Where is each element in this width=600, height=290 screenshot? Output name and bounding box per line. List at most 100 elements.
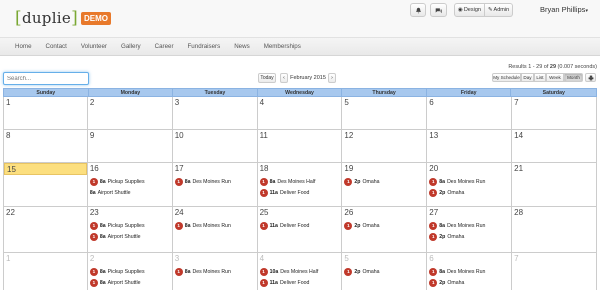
calendar-event[interactable]: 1 2p Omaha — [344, 177, 380, 186]
calendar-event[interactable]: 1 8a Pickup Supplies — [89, 267, 145, 276]
logo-bracket-open: [ — [15, 8, 22, 28]
calendar-event[interactable]: 1 8a Airport Shuttle — [89, 232, 141, 241]
day-number: 16 — [89, 164, 99, 173]
user-menu[interactable]: Bryan Phillips▾ — [540, 5, 588, 14]
calendar-event[interactable]: 1 2p Omaha — [344, 221, 380, 230]
nav-news[interactable]: News — [234, 43, 249, 50]
calendar-day[interactable]: 14 — [512, 130, 597, 163]
calendar-event[interactable]: 1 8a Des Moines Half — [259, 177, 315, 186]
prev-month-button[interactable]: ‹ — [280, 73, 288, 83]
messages-button[interactable] — [430, 3, 447, 17]
calendar-event[interactable]: 1 2p Omaha — [429, 278, 464, 287]
calendar-day[interactable]: 24 1 8a Des Moines Run — [173, 207, 258, 253]
calendar-day[interactable]: 13 — [427, 130, 513, 163]
calendar-event[interactable]: 1 8a Des Moines Run — [174, 267, 231, 276]
calendar-day[interactable]: 3 1 8a Des Moines Run — [173, 253, 258, 290]
design-button[interactable]: ◉ Design — [454, 3, 485, 17]
calendar-day[interactable]: 20 1 8a Des Moines Run 1 2p Omaha — [427, 163, 513, 207]
nav-career[interactable]: Career — [155, 43, 174, 50]
calendar-day[interactable]: 1 — [3, 253, 88, 290]
calendar-week: 1 2 3 4 5 6 7 — [3, 97, 597, 130]
nav-home[interactable]: Home — [15, 43, 32, 50]
admin-button[interactable]: ✎ Admin — [484, 3, 514, 17]
calendar-day[interactable]: 15 — [3, 163, 88, 207]
next-month-button[interactable]: › — [328, 73, 336, 83]
calendar-event[interactable]: 1 2p Omaha — [429, 232, 464, 241]
view-day[interactable]: Day — [521, 73, 534, 82]
calendar-day[interactable]: 9 — [88, 130, 173, 163]
calendar-event[interactable]: 1 11a Deliver Food — [259, 278, 309, 287]
calendar-day[interactable]: 6 1 8a Des Moines Run 1 2p Omaha — [427, 253, 513, 290]
event-count-badge: 1 — [429, 177, 438, 186]
notifications-button[interactable] — [410, 3, 426, 17]
search-input[interactable] — [3, 72, 89, 85]
calendar-event[interactable]: 1 8a Des Moines Run — [429, 177, 485, 186]
calendar-event[interactable]: 1 8a Des Moines Run — [174, 221, 231, 230]
calendar-event[interactable]: 1 8a Des Moines Run — [429, 221, 485, 230]
calendar-event[interactable]: 1 11a Deliver Food — [259, 221, 310, 230]
demo-badge: DEMO — [81, 11, 112, 25]
calendar-day[interactable]: 5 — [342, 97, 428, 130]
calendar-day[interactable]: 1 — [3, 97, 88, 130]
calendar-day[interactable]: 16 1 8a Pickup Supplies 8a Airport Shuttle — [88, 163, 173, 207]
day-number: 1 — [6, 98, 11, 107]
calendar-day[interactable]: 3 — [173, 97, 258, 130]
nav-fundraisers[interactable]: Fundraisers — [188, 43, 221, 50]
calendar-event[interactable]: 8a Airport Shuttle — [90, 188, 131, 197]
calendar-day[interactable]: 27 1 8a Des Moines Run 1 2p Omaha — [427, 207, 513, 253]
calendar-event[interactable]: 1 8a Pickup Supplies — [89, 221, 145, 230]
calendar-event[interactable]: 1 11a Deliver Food — [259, 188, 309, 197]
calendar-day[interactable]: 12 — [342, 130, 428, 163]
calendar-day[interactable]: 19 1 2p Omaha — [342, 163, 428, 207]
day-number: 2 — [89, 98, 95, 107]
logo[interactable]: [duplie] DEMO — [15, 7, 112, 29]
calendar-day[interactable]: 4 — [258, 97, 343, 130]
event-title: Omaha — [447, 279, 465, 286]
view-my-schedule[interactable]: My Schedule — [492, 73, 521, 82]
calendar-event[interactable]: 1 8a Pickup Supplies — [89, 177, 145, 186]
nav-volunteer[interactable]: Volunteer — [81, 43, 107, 50]
calendar-day[interactable]: 18 1 8a Des Moines Half 1 11a Deliver Food — [258, 163, 343, 207]
view-list[interactable]: List — [534, 73, 546, 82]
calendar-day[interactable]: 5 1 2p Omaha — [342, 253, 428, 290]
view-week[interactable]: Week — [546, 73, 564, 82]
calendar-event[interactable]: 1 8a Des Moines Run — [174, 177, 231, 186]
logo-name: duplie — [21, 9, 72, 27]
event-count-badge: 1 — [344, 221, 353, 230]
calendar-day[interactable]: 17 1 8a Des Moines Run — [173, 163, 258, 207]
calendar-day[interactable]: 25 1 11a Deliver Food — [258, 207, 343, 253]
calendar-day[interactable]: 7 — [512, 253, 597, 290]
view-month[interactable]: Month — [564, 73, 583, 82]
calendar-day[interactable]: 10 — [173, 130, 258, 163]
event-title: Des Moines Run — [447, 222, 486, 229]
day-number: 27 — [429, 208, 439, 217]
day-number: 5 — [344, 254, 349, 263]
calendar-event[interactable]: 1 2p Omaha — [429, 188, 464, 197]
calendar-day[interactable]: 4 1 10a Des Moines Half 1 11a Deliver Food — [258, 253, 343, 290]
day-number: 9 — [89, 131, 95, 140]
event-time: 8a — [99, 233, 106, 240]
calendar-day[interactable]: 23 1 8a Pickup Supplies 1 8a Airport Shuttle — [88, 207, 173, 253]
calendar-event[interactable]: 1 10a Des Moines Half — [259, 267, 318, 276]
calendar-event[interactable]: 1 8a Airport Shuttle — [89, 278, 141, 287]
today-button[interactable]: Today — [258, 73, 276, 83]
calendar-day[interactable]: 21 — [512, 163, 597, 207]
calendar-event[interactable]: 1 8a Des Moines Run — [429, 267, 485, 276]
calendar-day[interactable]: 26 1 2p Omaha — [342, 207, 428, 253]
calendar-day[interactable]: 28 — [512, 207, 597, 253]
event-count-badge: 1 — [259, 177, 268, 186]
nav-contact[interactable]: Contact — [46, 43, 67, 50]
nav-memberships[interactable]: Memberships — [264, 43, 301, 50]
print-button[interactable] — [585, 73, 596, 82]
calendar-day[interactable]: 2 1 8a Pickup Supplies 1 8a Airport Shuttle — [88, 253, 173, 290]
nav-gallery[interactable]: Gallery — [121, 43, 141, 50]
calendar-day[interactable]: 2 — [88, 97, 173, 130]
calendar-event[interactable]: 1 2p Omaha — [344, 267, 380, 276]
calendar-day[interactable]: 8 — [3, 130, 88, 163]
calendar-day[interactable]: 7 — [512, 97, 597, 130]
day-number: 5 — [344, 98, 349, 107]
calendar-day[interactable]: 11 — [258, 130, 343, 163]
event-title: Deliver Food — [279, 222, 310, 229]
calendar-day[interactable]: 6 — [427, 97, 513, 130]
calendar-day[interactable]: 22 — [3, 207, 88, 253]
